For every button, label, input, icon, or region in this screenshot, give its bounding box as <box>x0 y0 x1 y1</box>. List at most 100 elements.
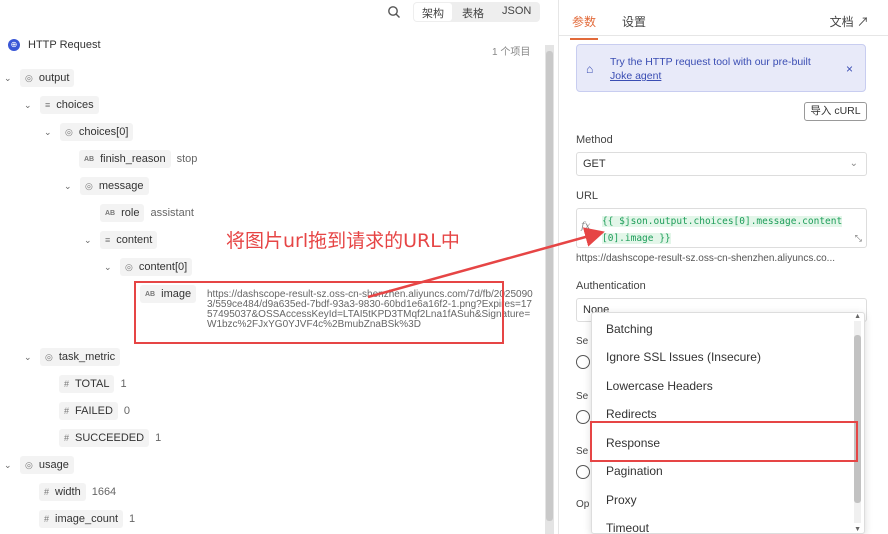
highlight-box-response <box>590 421 858 462</box>
tree-row-finish-reason[interactable]: AB finish_reason stop <box>79 150 197 168</box>
tree-row-content[interactable]: ⌄ ≡ content <box>84 231 158 249</box>
string-icon: AB <box>84 155 95 163</box>
section-stub: Se <box>576 336 589 347</box>
object-icon: ◎ <box>85 180 93 191</box>
field-chip[interactable]: ◎ usage <box>20 456 74 474</box>
tab-schema[interactable]: 架构 <box>414 3 452 21</box>
scrollbar-thumb[interactable] <box>854 335 861 503</box>
url-preview: https://dashscope-result-sz.oss-cn-shenz… <box>576 253 836 264</box>
chevron-down-icon[interactable]: ⌄ <box>104 262 114 273</box>
number-icon: # <box>44 514 50 524</box>
field-chip[interactable]: # SUCCEEDED <box>59 429 150 447</box>
number-icon: # <box>64 406 70 416</box>
chevron-down-icon[interactable]: ⌄ <box>4 460 14 471</box>
tree-row-total[interactable]: # TOTAL 1 <box>59 375 127 393</box>
import-curl-button[interactable]: 导入 cURL <box>804 102 867 121</box>
field-chip[interactable]: # width <box>39 483 86 501</box>
section-stub: Se <box>576 446 589 457</box>
field-chip[interactable]: AB finish_reason <box>79 150 171 168</box>
chevron-down-icon: ⌄ <box>849 158 858 169</box>
tab-table[interactable]: 表格 <box>453 2 493 22</box>
view-toolbar: 架构 表格 JSON <box>0 0 556 26</box>
chevron-down-icon[interactable]: ⌄ <box>44 127 54 138</box>
robot-icon: ⌂ <box>586 62 594 76</box>
chevron-down-icon[interactable]: ⌄ <box>84 235 94 246</box>
url-label: URL <box>576 190 599 202</box>
tab-parameters[interactable]: 参数 <box>569 13 599 40</box>
array-icon: ≡ <box>105 235 111 245</box>
tree-row-task-metric[interactable]: ⌄ ◎ task_metric <box>24 348 121 366</box>
field-chip[interactable]: # FAILED <box>59 402 118 420</box>
auth-label: Authentication <box>576 280 646 292</box>
annotation-text: 将图片url拖到请求的URL中 <box>226 230 460 252</box>
tree-row-output[interactable]: ⌄ ◎ output <box>4 69 75 87</box>
option-redirects[interactable]: Redirects <box>606 407 657 421</box>
option-lowercase-headers[interactable]: Lowercase Headers <box>606 379 713 393</box>
field-chip[interactable]: # TOTAL <box>59 375 115 393</box>
tree-row-role[interactable]: AB role assistant <box>100 204 194 222</box>
field-value: 1 <box>155 432 162 444</box>
field-chip[interactable]: AB role <box>100 204 145 222</box>
docs-link[interactable]: 文档 ↗ <box>830 13 869 30</box>
method-select[interactable]: GET ⌄ <box>576 152 867 176</box>
chevron-down-icon[interactable]: ⌄ <box>24 100 34 111</box>
field-value: stop <box>176 153 198 165</box>
scroll-up-icon[interactable]: ▲ <box>854 313 861 320</box>
external-link-icon: ↗ <box>856 15 869 29</box>
field-chip[interactable]: ≡ choices <box>40 96 99 114</box>
field-chip[interactable]: # image_count <box>39 510 124 528</box>
option-proxy[interactable]: Proxy <box>606 493 637 507</box>
field-value: 0 <box>123 405 131 417</box>
expand-icon[interactable]: ⤡ <box>855 233 862 244</box>
tree-row-failed[interactable]: # FAILED 0 <box>59 402 130 420</box>
option-timeout[interactable]: Timeout <box>606 521 649 533</box>
output-panel: 架构 表格 JSON ⊕ HTTP Request 1 个项目 ⌄ ◎ outpu… <box>0 0 556 534</box>
globe-icon: ⊕ <box>8 39 20 51</box>
toggle-radio[interactable] <box>576 410 590 424</box>
panel-tabs: 参数 设置 文档 ↗ <box>559 0 888 40</box>
chevron-down-icon[interactable]: ⌄ <box>4 73 14 84</box>
tree-row-succeeded[interactable]: # SUCCEEDED 1 <box>59 429 161 447</box>
section-stub: Op <box>576 499 590 510</box>
toggle-radio[interactable] <box>576 355 590 369</box>
url-input[interactable]: fx {{ $json.output.choices[0].message.co… <box>576 208 867 248</box>
object-icon: ◎ <box>125 261 133 272</box>
scrollbar[interactable] <box>545 45 554 534</box>
field-chip[interactable]: ◎ message <box>80 177 149 195</box>
tree-row-message[interactable]: ⌄ ◎ message <box>64 177 149 195</box>
object-icon: ◎ <box>65 126 73 137</box>
scroll-down-icon[interactable]: ▼ <box>854 526 861 533</box>
url-expression[interactable]: {{ $json.output.choices[0].message.conte… <box>602 213 862 247</box>
tree-row-usage[interactable]: ⌄ ◎ usage <box>4 456 74 474</box>
option-ignore-ssl[interactable]: Ignore SSL Issues (Insecure) <box>606 350 761 364</box>
array-icon: ≡ <box>45 100 51 110</box>
option-batching[interactable]: Batching <box>606 322 653 336</box>
tree-row-content0[interactable]: ⌄ ◎ content[0] <box>104 258 193 276</box>
info-banner: ⌂ Try the HTTP request tool with our pre… <box>576 44 866 92</box>
field-chip[interactable]: ≡ content <box>100 231 158 249</box>
search-icon[interactable] <box>387 5 401 19</box>
field-chip[interactable]: ◎ output <box>20 69 75 87</box>
scrollbar-thumb[interactable] <box>546 51 553 521</box>
chevron-down-icon[interactable]: ⌄ <box>64 181 74 192</box>
tree-row-width[interactable]: # width 1664 <box>39 483 116 501</box>
field-chip[interactable]: ◎ task_metric <box>40 348 121 366</box>
chevron-down-icon[interactable]: ⌄ <box>24 352 34 363</box>
object-icon: ◎ <box>45 351 53 362</box>
joke-agent-link[interactable]: Joke agent <box>610 70 661 82</box>
field-chip[interactable]: ◎ content[0] <box>120 258 193 276</box>
option-pagination[interactable]: Pagination <box>606 464 663 478</box>
close-icon[interactable]: × <box>846 62 853 76</box>
tree-row-choices0[interactable]: ⌄ ◎ choices[0] <box>44 123 134 141</box>
toggle-radio[interactable] <box>576 465 590 479</box>
item-count: 1 个项目 <box>492 47 531 58</box>
field-chip[interactable]: ◎ choices[0] <box>60 123 134 141</box>
view-mode-tabs: 架构 表格 JSON <box>413 2 541 22</box>
field-value: 1664 <box>91 486 117 498</box>
tree-row-image-count[interactable]: # image_count 1 <box>39 510 135 528</box>
tab-settings[interactable]: 设置 <box>622 13 646 30</box>
tab-json[interactable]: JSON <box>493 2 540 22</box>
node-header: ⊕ HTTP Request <box>8 39 101 51</box>
tree-row-choices[interactable]: ⌄ ≡ choices <box>24 96 99 114</box>
highlight-box-image <box>134 281 504 344</box>
